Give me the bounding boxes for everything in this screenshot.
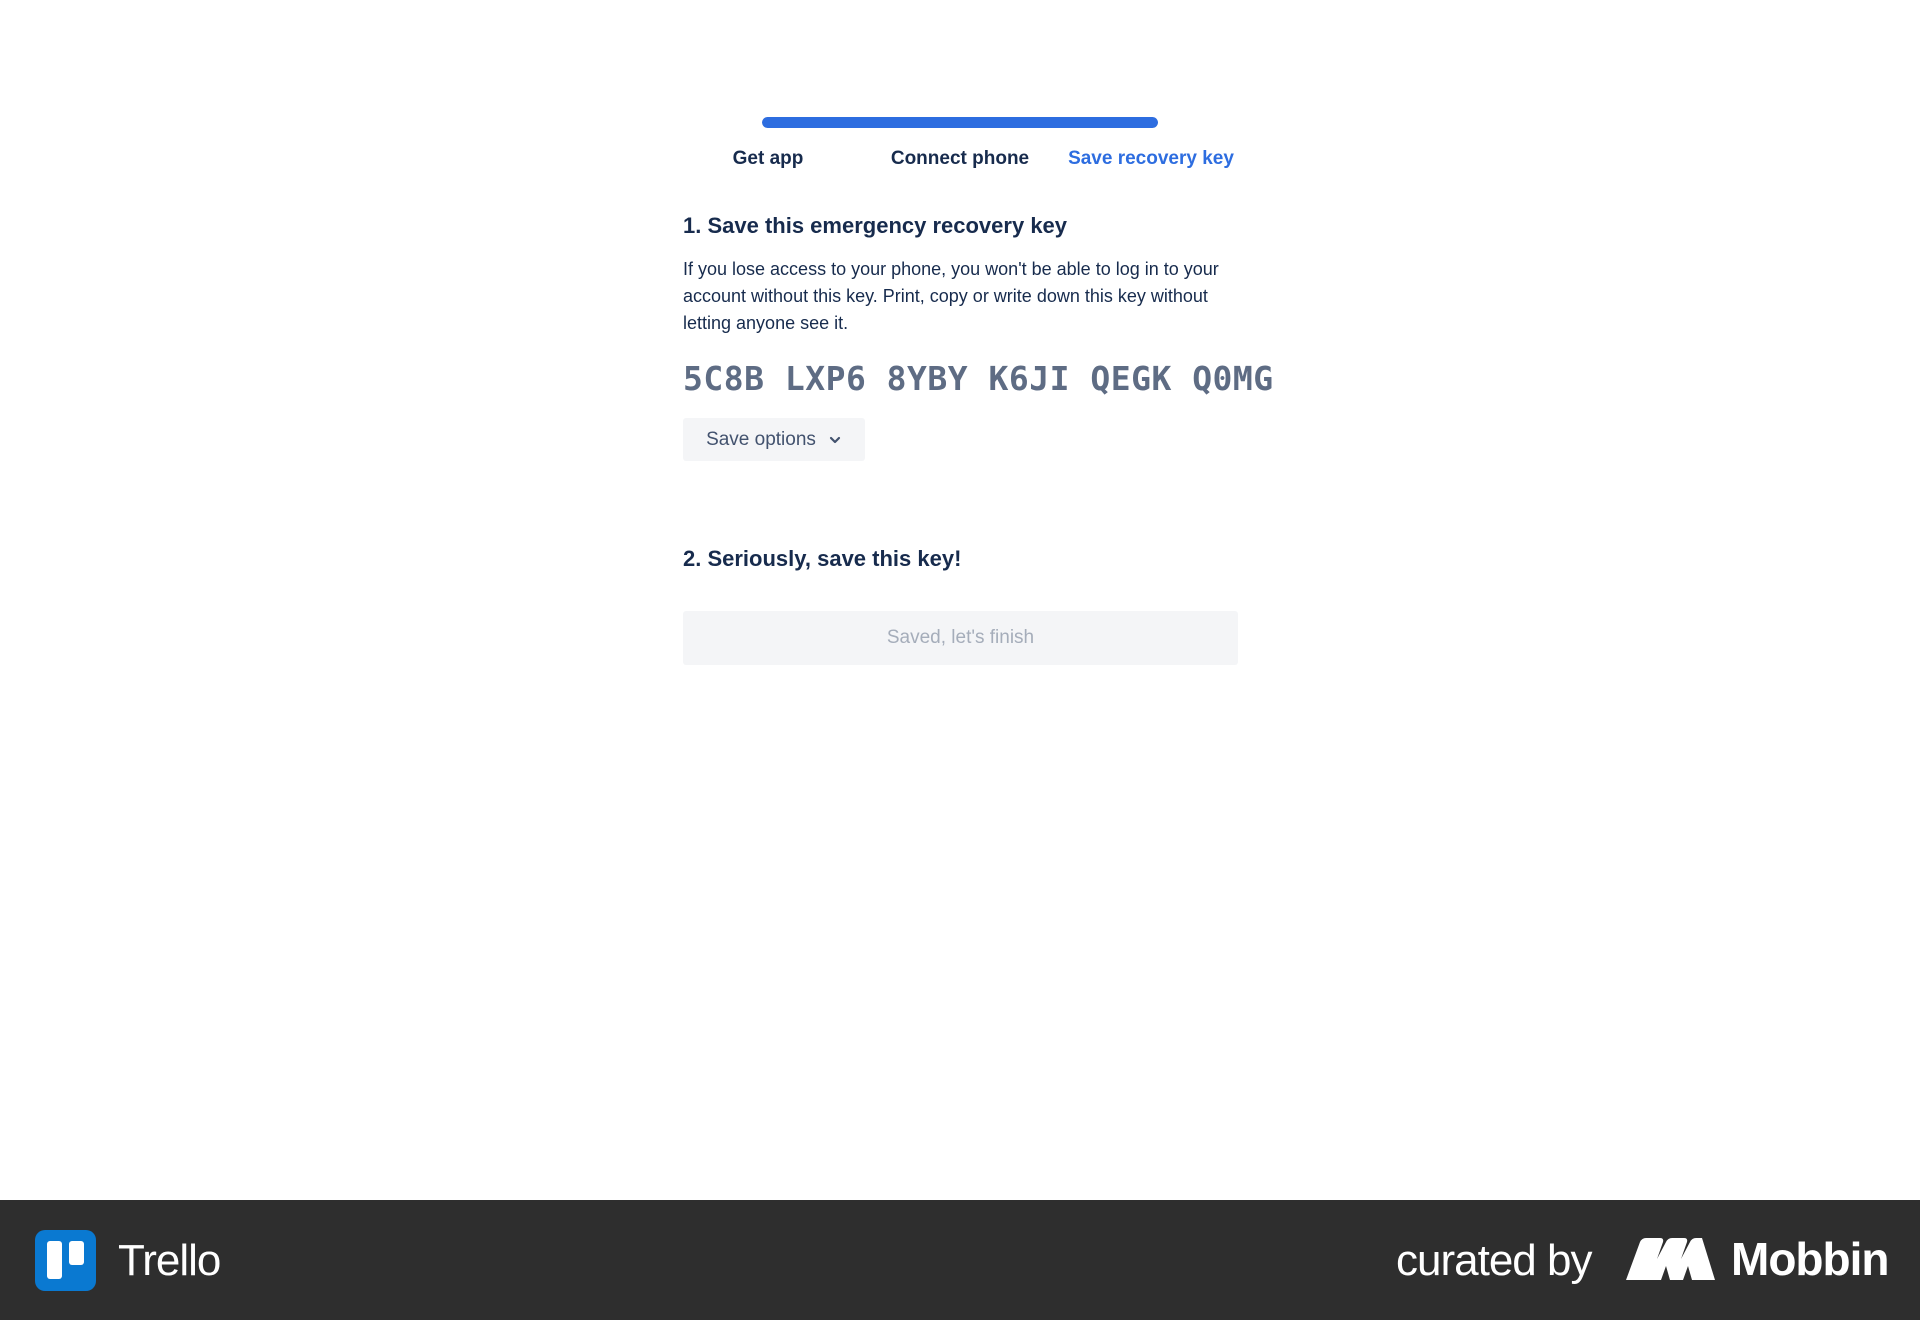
footer-bar: Trello curated by Mobbin (0, 1200, 1920, 1320)
curator-name: Mobbin (1731, 1233, 1889, 1285)
recovery-key-wrap: 5C8B LXP6 8YBY K6JI QEGK Q0MG (683, 359, 1273, 398)
curated-by-label: curated by (1396, 1236, 1592, 1285)
save-options-button[interactable]: Save options (683, 418, 865, 461)
mfa-setup-page: Get app Connect phone Save recovery key … (0, 0, 1920, 1320)
chevron-down-icon (829, 436, 841, 443)
step-save-recovery-key: Save recovery key (1068, 148, 1234, 169)
recovery-key[interactable]: 5C8B LXP6 8YBY K6JI QEGK Q0MG (683, 359, 1273, 398)
progress-bar-fill (762, 117, 1158, 128)
trello-logo-icon (35, 1230, 96, 1291)
app-name: Trello (118, 1236, 221, 1285)
section-1-description-wrap: If you lose access to your phone, you wo… (683, 256, 1238, 337)
step-get-app: Get app (732, 148, 804, 169)
section-1-heading: 1. Save this emergency recovery key (683, 213, 1068, 238)
section-save-key: 1. Save this emergency recovery key (683, 213, 1238, 239)
section-1-description: If you lose access to your phone, you wo… (683, 259, 1219, 333)
save-options-label: Save options (706, 428, 816, 450)
section-confirm: 2. Seriously, save this key! (683, 546, 1238, 572)
mobbin-logo-icon (1626, 1238, 1715, 1280)
step-connect-phone: Connect phone (890, 148, 1030, 169)
section-2-heading: 2. Seriously, save this key! (683, 546, 962, 571)
progress-bar (762, 117, 1158, 128)
finish-button[interactable]: Saved, let's finish (683, 611, 1238, 665)
